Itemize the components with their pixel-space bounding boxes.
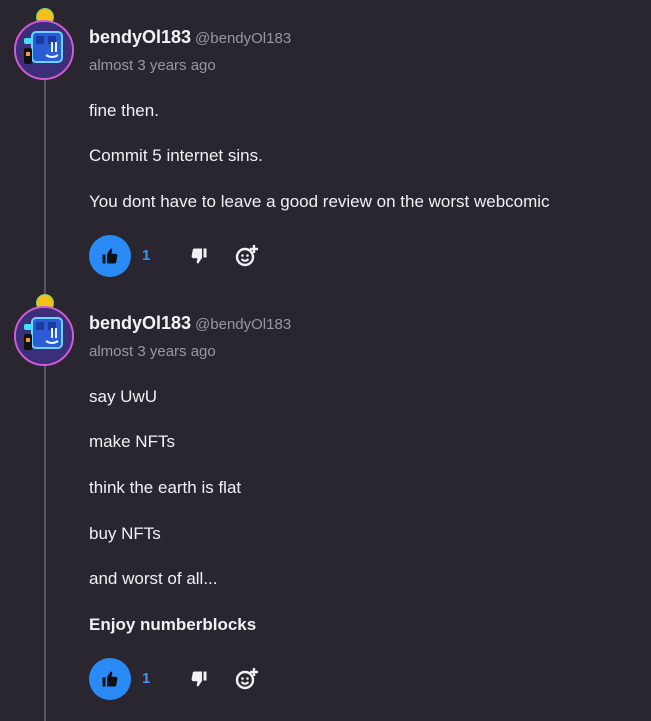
thread-connector-line bbox=[44, 60, 46, 721]
add-reaction-icon bbox=[235, 245, 258, 267]
like-button[interactable] bbox=[89, 235, 131, 277]
timestamp: almost 3 years ago bbox=[89, 343, 216, 360]
avatar[interactable] bbox=[14, 294, 74, 366]
add-reaction-button[interactable] bbox=[234, 243, 260, 269]
comment-text-line: say UwU bbox=[89, 387, 158, 406]
thumbs-down-icon bbox=[191, 671, 207, 687]
avatar-image bbox=[14, 306, 74, 366]
comment-thread: bendyOl183 @bendyOl183 almost 3 years ago… bbox=[0, 0, 651, 721]
author-line: bendyOl183 @bendyOl183 bbox=[89, 313, 291, 334]
timestamp: almost 3 years ago bbox=[89, 57, 216, 74]
author-name[interactable]: bendyOl183 bbox=[89, 27, 191, 47]
author-handle[interactable]: @bendyOl183 bbox=[195, 316, 291, 333]
like-count: 1 bbox=[142, 670, 151, 687]
comment-text-line: Commit 5 internet sins. bbox=[89, 146, 263, 165]
avatar[interactable] bbox=[14, 8, 74, 80]
thumbs-down-icon bbox=[191, 248, 207, 264]
comment-text-line: You dont have to leave a good review on … bbox=[89, 192, 550, 211]
author-line: bendyOl183 @bendyOl183 bbox=[89, 27, 291, 48]
comment-text-line: buy NFTs bbox=[89, 524, 161, 543]
comment-text-line: Enjoy numberblocks bbox=[89, 615, 257, 634]
add-reaction-button[interactable] bbox=[234, 666, 260, 692]
author-handle[interactable]: @bendyOl183 bbox=[195, 30, 291, 47]
dislike-button[interactable] bbox=[188, 245, 210, 267]
thumbs-up-icon bbox=[102, 671, 118, 687]
like-count: 1 bbox=[142, 247, 151, 264]
dislike-button[interactable] bbox=[188, 668, 210, 690]
like-button[interactable] bbox=[89, 658, 131, 700]
comment-text-line: make NFTs bbox=[89, 432, 175, 451]
avatar-image bbox=[14, 20, 74, 80]
comment-text-line: think the earth is flat bbox=[89, 478, 242, 497]
author-name[interactable]: bendyOl183 bbox=[89, 313, 191, 333]
thumbs-up-icon bbox=[102, 248, 118, 264]
comment-text-line: and worst of all... bbox=[89, 569, 218, 588]
comment-text-line: fine then. bbox=[89, 101, 159, 120]
add-reaction-icon bbox=[235, 668, 258, 690]
